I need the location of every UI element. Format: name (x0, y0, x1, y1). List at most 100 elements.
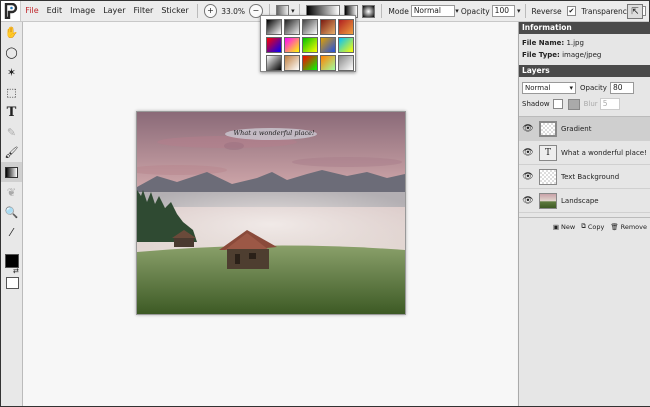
shadow-row: Shadow Blur 5 (519, 96, 650, 112)
background-color-swatch[interactable] (6, 277, 19, 289)
layer-row-text[interactable]: 👁 T What a wonderful place! (519, 141, 650, 165)
reverse-checkbox[interactable]: ✔ (566, 6, 577, 16)
layer-blend-row: Normal Opacity 80 (519, 80, 650, 96)
zoom-level: 33.0% (221, 6, 246, 16)
mode-label: Mode (388, 6, 409, 16)
gradient-preset-swatch[interactable] (284, 55, 300, 71)
menu-filter[interactable]: Filter (130, 1, 158, 21)
menu-layer[interactable]: Layer (99, 1, 129, 21)
chevron-down-icon[interactable]: ▾ (517, 7, 521, 15)
stamp-icon[interactable]: ❦ (1, 182, 22, 202)
shadow-checkbox[interactable] (552, 99, 563, 109)
blur-label: Blur (583, 100, 598, 108)
canvas-area[interactable]: What a wonderful place! (23, 22, 517, 406)
text-layer-icon: T (539, 144, 557, 161)
new-layer-icon: ▣ (552, 222, 559, 231)
shadow-color-swatch[interactable] (567, 98, 580, 110)
remove-layer-button[interactable]: 🗑 Remove (610, 222, 647, 231)
gradient-preset-swatch[interactable] (266, 37, 282, 53)
file-type-value: image/jpeg (562, 51, 602, 59)
file-name-row: File Name: 1.jpg (519, 37, 650, 49)
chevron-down-icon[interactable]: ▾ (291, 7, 295, 15)
eye-icon[interactable]: 👁 (521, 172, 535, 182)
magic-wand-icon[interactable]: ✶ (1, 62, 22, 82)
gradient-preset-swatch[interactable] (338, 37, 354, 53)
shadow-label: Shadow (522, 100, 550, 108)
file-type-label: File Type: (522, 51, 560, 59)
layers-header: Layers (519, 65, 650, 77)
layer-row-text-background[interactable]: 👁 Text Background (519, 165, 650, 189)
eye-icon[interactable]: 👁 (521, 196, 535, 206)
mode-select[interactable]: Normal (410, 5, 456, 17)
swap-colors-icon[interactable]: ⇄ (13, 267, 19, 275)
gradient-preset-swatch[interactable] (266, 19, 282, 35)
blur-input[interactable]: 5 (599, 98, 620, 110)
gradient-preset-swatch[interactable] (284, 19, 300, 35)
rect-select-icon[interactable]: ⬚ (1, 82, 22, 102)
layer-opacity-label: Opacity (580, 84, 607, 92)
gradient-preset-swatch[interactable] (320, 37, 336, 53)
gradient-preset-swatch[interactable] (338, 55, 354, 71)
layer-name: Landscape (561, 196, 599, 205)
gradient-preset-swatch[interactable] (302, 37, 318, 53)
file-type-row: File Type: image/jpeg (519, 49, 650, 61)
menu-image[interactable]: Image (66, 1, 99, 21)
toolbox: ✋ ◯ ✶ ⬚ T ✎ 🖌 ❦ 🔍 ⁄ ⇄ (1, 22, 23, 406)
zoom-in-button[interactable]: + (203, 4, 218, 18)
gradient-preset-swatch[interactable] (266, 55, 282, 71)
divider (196, 4, 198, 18)
copy-layer-button[interactable]: ⧉ Copy (581, 222, 604, 231)
layer-thumbnail (539, 192, 557, 209)
transparency-label: Transparency (581, 6, 632, 16)
gradient-preset-swatch[interactable] (302, 19, 318, 35)
new-layer-label: New (561, 222, 576, 231)
chevron-down-icon[interactable]: ▾ (455, 7, 459, 15)
menu-edit[interactable]: Edit (43, 1, 67, 21)
copy-icon: ⧉ (581, 222, 586, 230)
arrow-expand-icon: ⇱ (631, 6, 639, 17)
menu-file[interactable]: File (21, 1, 42, 21)
fullscreen-button[interactable]: ⇱ (627, 4, 643, 19)
gradient-preset-swatch[interactable] (302, 55, 318, 71)
gradient-presets-dropdown (260, 15, 356, 72)
text-tool-icon[interactable]: T (1, 102, 22, 122)
foreground-color-swatch[interactable] (5, 254, 19, 268)
brush-icon[interactable]: 🖌 (1, 142, 22, 162)
gradient-preset-swatch[interactable] (320, 19, 336, 35)
gradient-preset-swatch[interactable] (320, 55, 336, 71)
file-name-label: File Name: (522, 39, 565, 47)
opacity-input[interactable]: 100 (491, 5, 515, 17)
layer-opacity-input[interactable]: 80 (609, 82, 634, 94)
blend-mode-select[interactable]: Normal (522, 82, 576, 94)
eyedropper-icon[interactable]: ⁄ (1, 222, 22, 242)
opacity-label: Opacity (460, 6, 490, 16)
layer-row-landscape[interactable]: 👁 Landscape (519, 189, 650, 213)
information-header: Information (519, 22, 650, 34)
reverse-label: Reverse (531, 6, 562, 16)
layers-list: 👁 Gradient 👁 T What a wonderful place! 👁… (519, 116, 650, 213)
ellipse-select-icon[interactable]: ◯ (1, 42, 22, 62)
layer-name: Gradient (561, 124, 592, 133)
file-name-value: 1.jpg (566, 39, 584, 47)
divider (381, 4, 383, 18)
gradient-preset-swatch[interactable] (284, 37, 300, 53)
photo-banner-text[interactable]: What a wonderful place! (227, 129, 321, 137)
landscape-photo (137, 112, 405, 314)
layer-actions: ▣ New ⧉ Copy 🗑 Remove (519, 217, 650, 235)
eye-icon[interactable]: 👁 (521, 148, 535, 158)
canvas-image[interactable]: What a wonderful place! (136, 111, 406, 315)
radial-gradient-button[interactable] (361, 4, 376, 18)
menu-sticker[interactable]: Sticker (157, 1, 192, 21)
gradient-preset-swatch[interactable] (338, 19, 354, 35)
eraser-icon[interactable]: ✎ (1, 122, 22, 142)
new-layer-button[interactable]: ▣ New (553, 222, 575, 231)
zoom-tool-icon[interactable]: 🔍 (1, 202, 22, 222)
layer-thumbnail (539, 168, 557, 185)
eye-icon[interactable]: 👁 (521, 124, 535, 134)
gradient-tool-icon[interactable] (1, 162, 22, 182)
divider (524, 4, 526, 18)
remove-layer-label: Remove (620, 222, 647, 231)
hand-tool-icon[interactable]: ✋ (1, 22, 22, 42)
trash-icon: 🗑 (610, 222, 619, 231)
layer-row-gradient[interactable]: 👁 Gradient (519, 117, 650, 141)
